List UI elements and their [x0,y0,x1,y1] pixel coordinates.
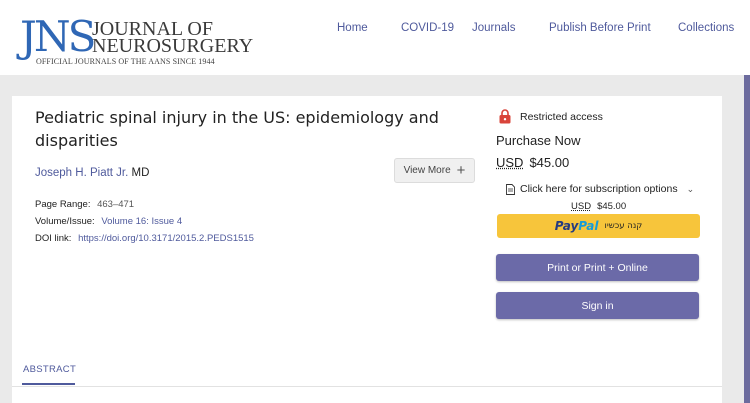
print-or-online-button[interactable]: Print or Print + Online [496,254,699,281]
nav-collections[interactable]: Collections [678,22,734,34]
view-more-label: View More [403,165,451,176]
page-range-value: 463–471 [97,199,135,210]
page-range-label: Page Range: [35,199,91,210]
logo-tagline: OFFICIAL JOURNALS OF THE AANS SINCE 1944 [36,57,215,66]
document-icon [506,183,515,195]
author-link[interactable]: Joseph H. Piatt Jr. [35,167,128,179]
volume-link[interactable]: Volume 16: Issue 4 [101,216,182,227]
restricted-access-label: Restricted access [520,111,603,123]
sign-in-button[interactable]: Sign in [496,292,699,319]
price-value: $45.00 [529,155,570,170]
doi-row: DOI link: https://doi.org/10.3171/2015.2… [35,233,254,244]
lock-icon [499,109,511,124]
site-header: JNS JOURNAL OF NEUROSURGERY OFFICIAL JOU… [0,0,750,75]
tab-divider [12,386,722,387]
article-card: Pediatric spinal injury in the US: epide… [12,96,722,403]
nav-journals[interactable]: Journals [472,22,515,34]
purchase-now-label: Purchase Now [496,133,581,148]
volume-label: Volume/Issue: [35,216,95,227]
subscription-options-label: Click here for subscription options [520,183,678,195]
scrollbar[interactable] [744,75,750,403]
article-title: Pediatric spinal injury in the US: epide… [35,108,439,150]
logo-line-2: NEUROSURGERY [92,35,254,57]
sub-currency: USD [571,201,592,212]
volume-issue: Volume/Issue: Volume 16: Issue 4 [35,216,182,227]
doi-label: DOI link: [35,233,72,244]
author-line: Joseph H. Piatt Jr. MD [35,167,149,179]
paypal-logo: PayPal [554,219,599,233]
plus-icon: + [456,162,466,179]
nav-covid-19[interactable]: COVID-19 [401,22,454,34]
active-tab-indicator [22,383,75,385]
page-range: Page Range: 463–471 [35,199,134,210]
subscription-options-toggle[interactable]: Click here for subscription options ⌄ [506,183,694,195]
subscription-price: USD $45.00 [571,201,626,212]
chevron-down-icon: ⌄ [686,183,695,194]
view-more-button[interactable]: View More + [394,158,475,183]
paypal-button[interactable]: PayPal קנה עכשיו [497,214,700,238]
author-suffix: MD [131,167,150,179]
paypal-buy-now-text: קנה עכשיו [604,221,643,231]
currency: USD [496,155,524,170]
price: USD $45.00 [496,155,569,170]
sub-price-value: $45.00 [597,201,627,212]
main-nav: Home COVID-19 Journals Publish Before Pr… [0,22,750,38]
nav-publish-before-print[interactable]: Publish Before Print [549,22,651,34]
doi-link[interactable]: https://doi.org/10.3171/2015.2.PEDS1515 [78,233,254,244]
tab-abstract[interactable]: ABSTRACT [23,364,76,375]
nav-home[interactable]: Home [337,22,368,34]
